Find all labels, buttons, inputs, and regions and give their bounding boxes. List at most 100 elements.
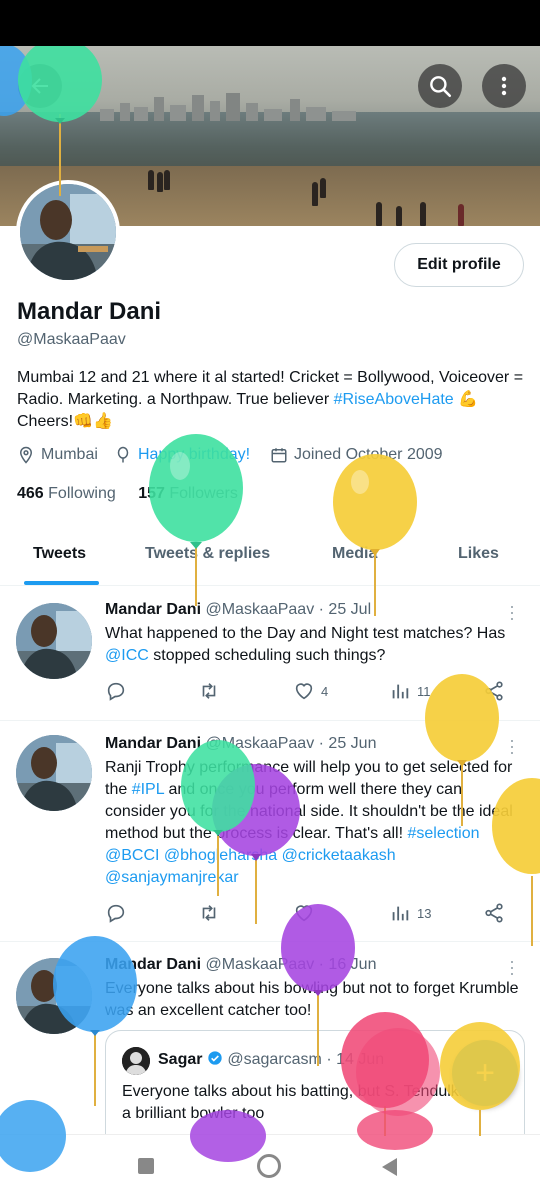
tweet-avatar[interactable] (16, 958, 92, 1034)
profile-joined: Joined October 2009 (270, 446, 443, 464)
tweet-header: Mandar Dani @MaskaaPaav · 16 Jun (105, 956, 376, 974)
tweet-author-handle: @MaskaaPaav (205, 735, 315, 752)
mentions-link[interactable]: @BCCI @bhogleharsha @cricketaakash @sanj… (105, 847, 396, 886)
profile-bio: Mumbai 12 and 21 where it al started! Cr… (17, 367, 527, 433)
reply-icon (107, 682, 125, 701)
views-chart-icon (392, 906, 409, 921)
search-button[interactable] (418, 64, 462, 108)
status-bar (0, 0, 540, 46)
tweet-actions: 4 11 (105, 680, 525, 704)
tweet-more-button[interactable]: · · · (505, 952, 519, 982)
compose-tweet-button[interactable]: + (452, 1040, 518, 1106)
tweet-item[interactable]: Mandar Dani @MaskaaPaav · 25 Jul · · · Wha… (0, 587, 540, 721)
quoted-tweet-date: · 14 Jun (326, 1051, 385, 1068)
tweet-more-button[interactable]: · · · (505, 597, 519, 627)
share-button[interactable] (483, 902, 505, 924)
followers-link[interactable]: 157 Followers (138, 485, 238, 502)
profile-avatar[interactable] (16, 180, 120, 284)
recents-button[interactable] (138, 1158, 154, 1174)
active-tab-indicator (24, 581, 99, 585)
like-count: 4 (321, 683, 329, 699)
location-pin-icon (19, 446, 33, 464)
tweet-avatar[interactable] (16, 603, 92, 679)
heart-icon (295, 905, 313, 922)
tweet-text: Everyone talks about his bowling but not… (105, 980, 519, 1019)
tweet-author-name[interactable]: Mandar Dani (105, 735, 201, 752)
back-arrow-icon (31, 78, 48, 94)
joined-label: Joined October 2009 (294, 446, 443, 463)
home-button[interactable] (257, 1154, 281, 1178)
views-button[interactable]: 11 (389, 680, 431, 702)
following-label: Following (48, 485, 116, 502)
hashtag-link[interactable]: #IPL (132, 781, 164, 798)
tweet-item[interactable]: Mandar Dani @MaskaaPaav · 25 Jun · · · Ran… (0, 721, 540, 942)
tweet-more-button[interactable]: · · · (505, 731, 519, 761)
bio-hashtag-link[interactable]: #RiseAboveHate (334, 391, 454, 408)
profile-birthday: Happy birthday! (114, 446, 250, 464)
tweet-actions: 13 (105, 902, 525, 926)
tweet-date: · 25 Jul (318, 601, 372, 618)
balloon-icon (117, 446, 129, 463)
profile-tabs: Tweets Tweets & replies Media Likes (0, 530, 540, 586)
like-button[interactable]: 4 (293, 680, 328, 702)
view-count: 11 (417, 683, 431, 699)
tab-tweets-replies[interactable]: Tweets & replies (145, 545, 270, 563)
tweet-header: Mandar Dani @MaskaaPaav · 25 Jul (105, 601, 371, 619)
banner-person (312, 182, 318, 206)
views-button[interactable]: 13 (389, 902, 431, 924)
back-triangle-icon[interactable] (380, 1157, 398, 1177)
followers-count: 157 (138, 485, 165, 502)
following-link[interactable]: 466 Following (17, 485, 116, 502)
mention-link[interactable]: @ICC (105, 647, 149, 664)
banner-skyline (100, 93, 356, 121)
location-label: Mumbai (41, 446, 98, 463)
banner-person (320, 178, 326, 198)
birthday-label[interactable]: Happy birthday! (138, 446, 250, 464)
tweet-text: Ranji Trophy performance will help you t… (105, 757, 525, 889)
quoted-tweet-text: Everyone talks about his batting, but S.… (122, 1083, 506, 1122)
tweet-author-handle: @MaskaaPaav (205, 956, 315, 973)
reply-button[interactable] (105, 680, 127, 702)
tab-media[interactable]: Media (332, 545, 377, 563)
edit-profile-button[interactable]: Edit profile (394, 243, 524, 287)
verified-badge-icon (208, 1051, 222, 1065)
banner-person (157, 172, 163, 192)
profile-handle: @MaskaaPaav (17, 331, 126, 348)
tweet-text-part: stopped scheduling such things? (148, 647, 386, 664)
quoted-author-name: Sagar (158, 1051, 203, 1068)
tweet-author-handle: @MaskaaPaav (205, 601, 315, 618)
tweet-text: What happened to the Day and Night test … (105, 623, 525, 667)
tweet-avatar[interactable] (16, 735, 92, 811)
followers-label: Followers (169, 485, 238, 502)
like-button[interactable] (293, 902, 315, 924)
hashtag-link[interactable]: #selection (407, 825, 479, 842)
banner-person (420, 202, 426, 226)
quoted-tweet-avatar (122, 1047, 150, 1075)
retweet-icon (202, 905, 216, 921)
tweet-author-name[interactable]: Mandar Dani (105, 601, 201, 618)
tweet-text-part: What happened to the Day and Night test … (105, 625, 506, 642)
banner-person (164, 170, 170, 190)
vertical-dots-icon (501, 76, 507, 96)
retweet-button[interactable] (198, 680, 220, 702)
calendar-icon (271, 448, 287, 463)
follow-stats: 466 Following 157 Followers (17, 485, 238, 503)
banner-person (396, 206, 402, 226)
heart-icon (295, 683, 313, 700)
back-button[interactable] (18, 64, 62, 108)
tab-likes[interactable]: Likes (458, 545, 499, 563)
views-chart-icon (392, 684, 409, 699)
search-icon (430, 76, 452, 98)
tweet-date: · 25 Jun (318, 735, 377, 752)
quoted-tweet-header: Sagar @sagarcasm · 14 Jun (158, 1050, 384, 1069)
reply-button[interactable] (105, 902, 127, 924)
share-button[interactable] (483, 680, 505, 702)
retweet-button[interactable] (198, 902, 220, 924)
tab-tweets[interactable]: Tweets (33, 545, 86, 563)
more-options-button[interactable] (482, 64, 526, 108)
reply-icon (107, 904, 125, 923)
tweet-author-name[interactable]: Mandar Dani (105, 956, 201, 973)
profile-name: Mandar Dani (17, 298, 162, 325)
quoted-author-handle: @sagarcasm (227, 1051, 322, 1068)
tweet-header: Mandar Dani @MaskaaPaav · 25 Jun (105, 735, 376, 753)
